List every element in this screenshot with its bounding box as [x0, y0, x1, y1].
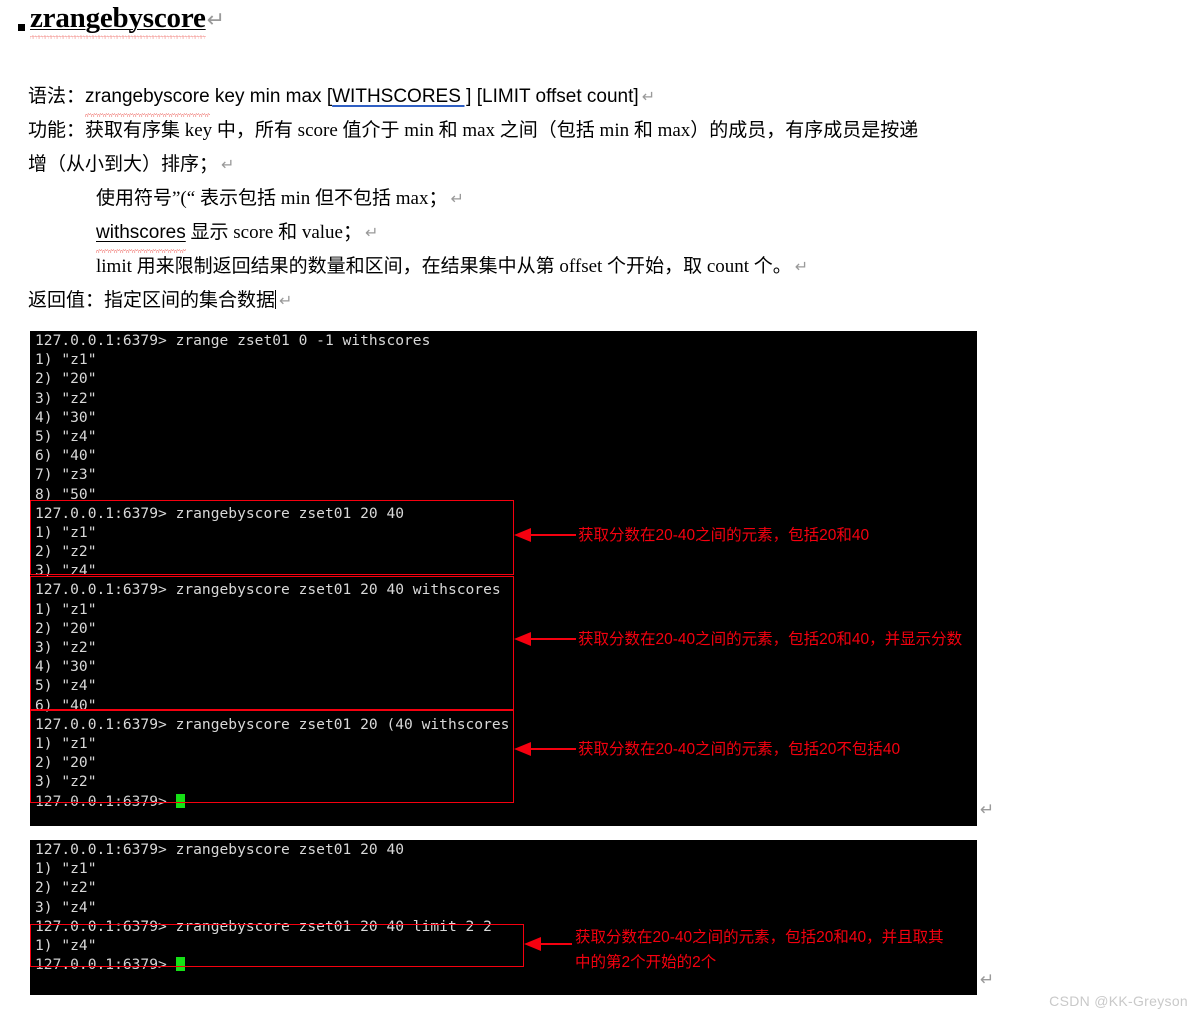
terminal-line: 3) "z4" [35, 898, 97, 916]
document-body: 语法：zrangebyscore key min max [WITHSCORES… [28, 80, 1028, 318]
terminal-line: 127.0.0.1:6379> zrangebyscore zset01 20 … [35, 715, 510, 733]
bullet-withscores-line: withscores 显示 score 和 value； ↵ [28, 216, 1028, 253]
terminal-line: 3) "z2" [35, 773, 97, 791]
annotation-arrow-2 [514, 632, 576, 646]
terminal-line: 6) "40" [35, 447, 97, 465]
terminal-prompt-line[interactable]: 127.0.0.1:6379> [30, 792, 977, 811]
terminal-line: 6) "40" [35, 696, 97, 714]
terminal-line: 1) "z1" [35, 860, 97, 878]
bullet-symbol-text: 使用符号”(“ 表示包括 min 但不包括 max； [96, 188, 448, 209]
terminal-line: 127.0.0.1:6379> zrangebyscore zset01 20 … [35, 581, 501, 599]
function-line-2: 增（从小到大）排序； ↵ [28, 148, 1028, 182]
return-value-line: 返回值：指定区间的集合数据 ↵ [28, 284, 1028, 318]
function-text-2: 增（从小到大）排序； [28, 154, 219, 175]
annotation-arrow-3 [514, 742, 576, 756]
paragraph-mark-icon: ↵ [364, 223, 379, 242]
heading-label: zrangebyscore [30, 2, 206, 34]
terminal-line: 5) "z4" [35, 677, 97, 695]
terminal-line: 2) "20" [35, 370, 97, 388]
heading-text: zrangebyscore [30, 2, 206, 39]
terminal-line: 1) "z1" [35, 351, 97, 369]
annotation-label-3: 获取分数在20-40之间的元素，包括20不包括40 [578, 741, 901, 758]
watermark: CSDN @KK-Greyson [1049, 993, 1188, 1009]
terminal-cursor-icon [175, 793, 185, 808]
terminal-prompt: 127.0.0.1:6379> [35, 956, 176, 974]
terminal-line: 3) "z2" [35, 389, 97, 407]
spellcheck-squiggle-icon [30, 35, 206, 39]
paragraph-mark-icon: ↵ [450, 189, 464, 208]
withscores-keyword: withscores [96, 216, 186, 253]
annotation-arrow-4 [524, 937, 572, 951]
syntax-limit: [LIMIT offset count] [471, 86, 639, 107]
annotation-label-1: 获取分数在20-40之间的元素，包括20和40 [578, 527, 870, 544]
syntax-command: zrangebyscore [85, 80, 210, 117]
return-value-text: 返回值：指定区间的集合数据 [28, 290, 276, 311]
heading-bullet-icon [18, 24, 25, 31]
annotation-label-2: 获取分数在20-40之间的元素，包括20和40，并显示分数 [578, 631, 963, 648]
paragraph-mark-icon: ↵ [980, 800, 995, 820]
paragraph-mark-icon: ↵ [279, 291, 293, 310]
bullet-symbol-line: 使用符号”(“ 表示包括 min 但不包括 max； ↵ [28, 182, 1028, 216]
syntax-line: 语法：zrangebyscore key min max [WITHSCORES… [28, 80, 1028, 117]
paragraph-mark-icon: ↵ [641, 87, 656, 106]
terminal-line: 5) "z4" [35, 427, 97, 445]
bullet-withscores-text: 显示 score 和 value； [185, 222, 362, 243]
terminal-cursor-icon [175, 957, 185, 972]
terminal-line: 127.0.0.1:6379> zrangebyscore zset01 20 … [35, 504, 405, 522]
terminal-line: 4) "30" [35, 658, 97, 676]
terminal-line: 8) "50" [35, 485, 97, 503]
terminal-line: 7) "z3" [35, 466, 97, 484]
terminal-line: 127.0.0.1:6379> zrange zset01 0 -1 withs… [35, 332, 431, 349]
terminal-line: 4) "30" [35, 408, 97, 426]
function-text-1: 功能：获取有序集 key 中，所有 score 值介于 min 和 max 之间… [28, 120, 919, 141]
terminal-prompt: 127.0.0.1:6379> [35, 792, 176, 810]
function-line-1: 功能：获取有序集 key 中，所有 score 值介于 min 和 max 之间… [28, 114, 1028, 148]
bullet-limit-text: limit 用来限制返回结果的数量和区间，在结果集中从第 offset 个开始，… [96, 256, 792, 277]
paragraph-mark-icon: ↵ [980, 970, 995, 990]
terminal-line: 1) "z1" [35, 600, 97, 618]
paragraph-mark-icon: ↵ [206, 8, 226, 33]
annotation-arrow-1 [514, 528, 576, 542]
syntax-args: key min max [ [209, 86, 333, 107]
terminal-line: 127.0.0.1:6379> zrangebyscore zset01 20 … [35, 841, 405, 858]
terminal-line: 2) "z2" [35, 879, 97, 897]
page-title: zrangebyscore ↵ [18, 2, 226, 39]
syntax-prefix: 语法： [28, 86, 86, 107]
paragraph-mark-icon: ↵ [221, 155, 235, 174]
withscores-link[interactable]: WITHSCORES ] [332, 86, 471, 107]
bullet-limit-line: limit 用来限制返回结果的数量和区间，在结果集中从第 offset 个开始，… [28, 250, 1028, 284]
paragraph-mark-icon: ↵ [794, 257, 809, 276]
annotation-label-4: 获取分数在20-40之间的元素，包括20和40，并且取其 中的第2个开始的2个 [575, 929, 944, 971]
terminal-line: 3) "z4" [35, 562, 97, 580]
